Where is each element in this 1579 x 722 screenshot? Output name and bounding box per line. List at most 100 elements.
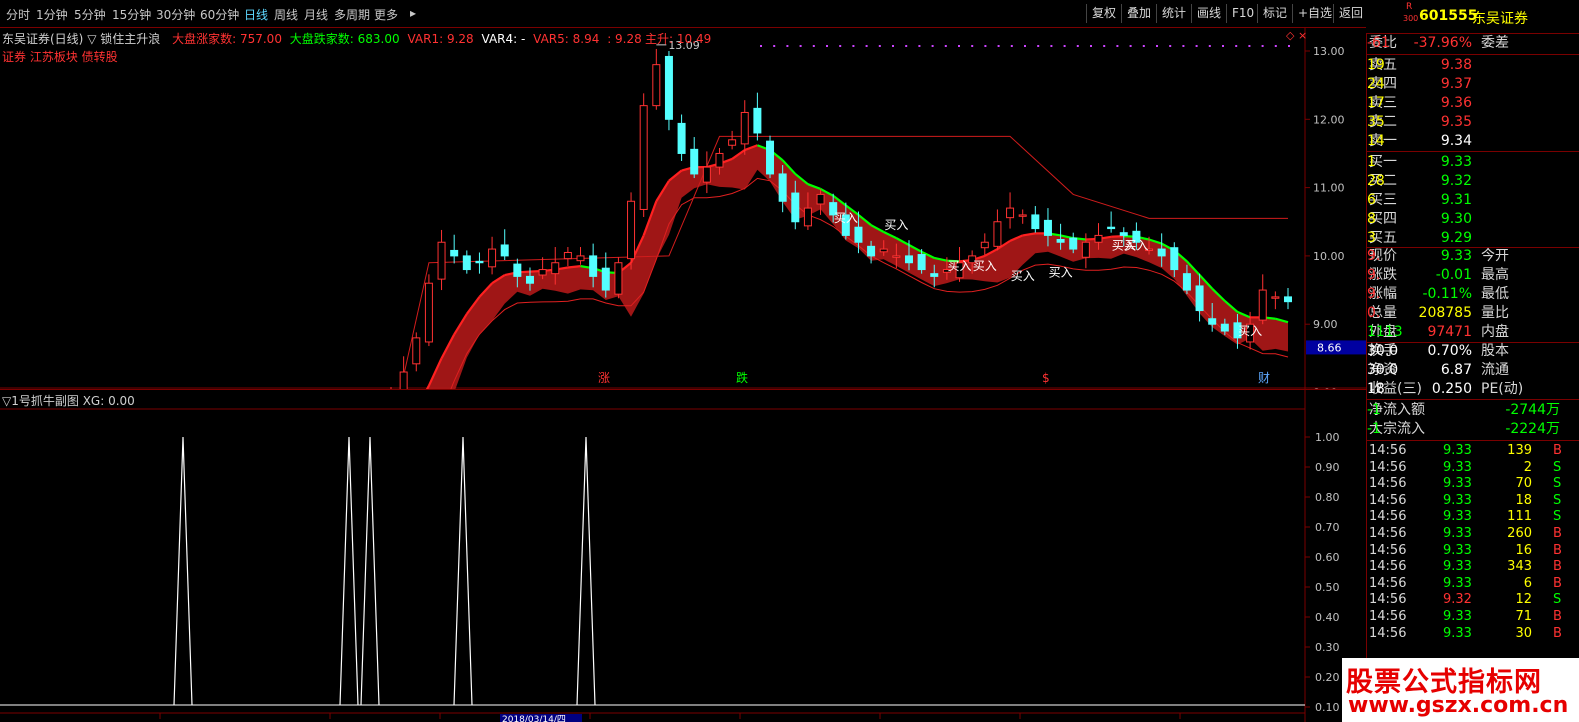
candle-body [753, 107, 762, 134]
stat-label: 今开 [1481, 248, 1509, 264]
candle-body [639, 105, 648, 210]
tick-volume: 30 [1515, 625, 1532, 641]
candle-body [614, 262, 623, 295]
sub-indicator-name[interactable]: 1号抓牛副图 [11, 394, 79, 408]
candle-body [576, 255, 585, 262]
var5: VAR5: 8.94 [533, 32, 600, 46]
sub-indicator-dropdown-icon[interactable]: ▽ [2, 394, 11, 408]
period-tab-0[interactable]: 分时 [6, 6, 30, 23]
tick-row: 14:56 9.33 30 B [1367, 626, 1579, 642]
signal-dot [773, 45, 776, 47]
candle-body [1119, 232, 1128, 236]
tick-price: 9.33 [1443, 476, 1472, 492]
ask-price: 9.35 [1440, 114, 1472, 130]
event-marker-1[interactable]: 跌 [736, 370, 748, 385]
candle-body [1031, 214, 1040, 230]
toolbar-button-0[interactable]: 复权 [1086, 4, 1121, 23]
buy-signal-label: 买入 [1011, 269, 1035, 283]
flow-value: -2744万 [1505, 402, 1560, 418]
candle-body [412, 337, 421, 365]
kline-svg[interactable]: 13.0012.0011.0010.009.008.007.0013.09←6.… [0, 28, 1366, 389]
candle-body [1220, 323, 1229, 332]
candle-body [1006, 207, 1015, 219]
toolbar-button-2[interactable]: 统计 [1156, 4, 1191, 23]
tick-time: 14:56 [1369, 443, 1407, 458]
ask-volume: 24 [1367, 76, 1385, 92]
period-tab-4[interactable]: 30分钟 [156, 6, 195, 23]
candle-body [993, 221, 1002, 247]
sub-indicator-chart[interactable]: 1.00 0.90 0.80 0.70 0.60 0.50 0.40 0.30 0.20 0.10… [0, 389, 1366, 722]
stat-value: 0. [1367, 305, 1381, 321]
toolbar-button-6[interactable]: +自选 [1292, 4, 1337, 23]
tick-time: 14:56 [1369, 609, 1407, 624]
stock-code: 601555 [1419, 8, 1478, 24]
signal-dot [878, 45, 881, 47]
signal-dot [1010, 45, 1013, 47]
tick-row: 14:56 9.33 139 B [1367, 443, 1579, 459]
trend-line-segment [1111, 234, 1124, 238]
price-tick-label: 13.00 [1313, 45, 1345, 58]
sub-indicator-svg[interactable]: 1.00 0.90 0.80 0.70 0.60 0.50 0.40 0.30 0.20 0.10… [0, 389, 1366, 722]
period-tab-9[interactable]: 多周期 [334, 6, 370, 23]
event-marker-2[interactable]: $ [1042, 371, 1050, 385]
stat-value: 9. [1367, 267, 1381, 283]
signal-dot [839, 45, 842, 47]
tick-volume: 12 [1515, 592, 1532, 608]
chart-options-icon[interactable]: ◇ × [1286, 29, 1307, 42]
signal-dot [905, 45, 908, 47]
period-tab-1[interactable]: 1分钟 [36, 6, 68, 23]
date-cursor-label: 2018/03/14/四 [502, 715, 566, 722]
toolbar-button-3[interactable]: 画线 [1191, 4, 1226, 23]
main-kline-chart[interactable]: 13.0012.0011.0010.009.008.007.0013.09←6.… [0, 28, 1366, 389]
current-price-tag: 8.66 [1317, 341, 1342, 354]
bid-volume: 3 [1367, 230, 1376, 246]
candle-body [1170, 247, 1179, 271]
tick-volume: 343 [1507, 559, 1532, 575]
candle-body [601, 267, 610, 291]
toolbar-button-5[interactable]: 标记 [1257, 4, 1292, 23]
more-arrow-icon[interactable]: ▸ [410, 6, 416, 20]
candle-body [1182, 273, 1191, 291]
signal-dot [760, 45, 762, 47]
var6: : 9.28 [607, 32, 642, 46]
candle-body [589, 255, 598, 277]
toolbar-button-4[interactable]: F10 [1226, 4, 1259, 23]
signal-dot [799, 45, 802, 47]
ask-volume: 17 [1367, 95, 1385, 111]
period-tab-10[interactable]: 更多 [374, 6, 398, 23]
trend-line-segment [567, 265, 581, 269]
period-tab-8[interactable]: 月线 [304, 6, 328, 23]
toolbar-button-1[interactable]: 叠加 [1121, 4, 1156, 23]
period-tab-6[interactable]: 日线 [244, 6, 268, 23]
ask-row: 卖五 9.38 19 [1367, 56, 1579, 75]
ask-volume: 35 [1367, 114, 1385, 130]
buy-signal-label: 买入 [948, 259, 972, 273]
stat-label: 最高 [1481, 267, 1509, 283]
tick-row: 14:56 9.33 111 S [1367, 509, 1579, 525]
period-tab-2[interactable]: 5分钟 [74, 6, 106, 23]
period-tab-7[interactable]: 周线 [274, 6, 298, 23]
period-tab-3[interactable]: 15分钟 [112, 6, 151, 23]
signal-dot [1103, 45, 1106, 47]
stat-value: 97471 [1427, 324, 1472, 340]
stat-row: 外盘 97471 内盘 1113 [1367, 323, 1579, 342]
event-marker-0[interactable]: 涨 [598, 370, 610, 385]
tick-time: 14:56 [1369, 542, 1407, 558]
buy-signal-label: 买入 [1124, 238, 1148, 252]
indicator-dropdown-icon[interactable]: ▽ [87, 32, 96, 46]
tick-price: 9.33 [1443, 575, 1472, 591]
bid-row: 买一 9.33 1 [1367, 153, 1579, 172]
flow-extra: -1 [1367, 421, 1381, 437]
signal-dot [1076, 45, 1079, 47]
event-marker-3[interactable]: 财 [1258, 371, 1270, 385]
candle-body [1043, 219, 1052, 236]
toolbar-button-7[interactable]: 返回 [1333, 4, 1368, 23]
indicator-name[interactable]: 锁住主升浪 [100, 32, 160, 46]
tick-side: B [1553, 443, 1562, 458]
ask-row: 卖三 9.36 17 [1367, 94, 1579, 113]
signal-dot [1037, 45, 1040, 47]
period-tab-5[interactable]: 60分钟 [200, 6, 239, 23]
tick-price: 9.32 [1443, 592, 1472, 608]
candle-body [879, 248, 888, 253]
stat-row: 总量 208785 量比 0. [1367, 304, 1579, 323]
